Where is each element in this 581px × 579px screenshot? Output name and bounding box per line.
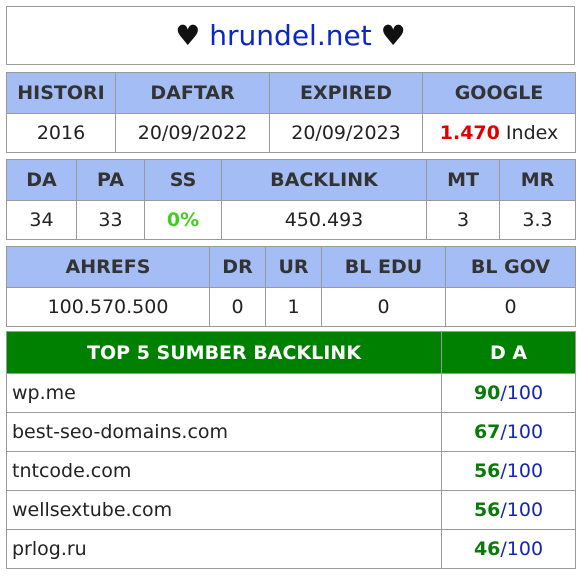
dr-value: 0 bbox=[209, 287, 266, 327]
header-histori: HISTORI bbox=[6, 72, 116, 114]
table-row: wp.me 90/100 bbox=[6, 373, 576, 413]
backlink-da: 67/100 bbox=[441, 412, 576, 452]
mt-value: 3 bbox=[426, 200, 500, 240]
ahrefs-table: AHREFS DR UR BL EDU BL GOV 100.570.500 0… bbox=[6, 246, 576, 327]
site-name[interactable]: hrundel.net bbox=[209, 19, 371, 52]
backlink-da: 56/100 bbox=[441, 490, 576, 530]
title-banner: ♥ hrundel.net ♥ bbox=[6, 6, 575, 65]
expired-value: 20/09/2023 bbox=[269, 113, 423, 153]
header-google: GOOGLE bbox=[422, 72, 576, 114]
top-backlinks-table: TOP 5 SUMBER BACKLINK D A wp.me 90/100 b… bbox=[6, 331, 576, 569]
pa-value: 33 bbox=[76, 200, 145, 240]
header-ss: SS bbox=[144, 159, 222, 201]
ahrefs-value: 100.570.500 bbox=[6, 287, 210, 327]
table-row: wellsextube.com 56/100 bbox=[6, 490, 576, 530]
site-title: ♥ hrundel.net ♥ bbox=[6, 6, 575, 65]
bl-edu-value: 0 bbox=[321, 287, 446, 327]
google-value: 1.470 Index bbox=[422, 113, 576, 153]
daftar-value: 20/09/2022 bbox=[115, 113, 270, 153]
table-row: best-seo-domains.com 67/100 bbox=[6, 412, 576, 452]
domain-info-table: HISTORI DAFTAR EXPIRED GOOGLE 2016 20/09… bbox=[6, 72, 576, 153]
header-bl-gov: BL GOV bbox=[445, 246, 576, 288]
header-expired: EXPIRED bbox=[269, 72, 423, 114]
header-ahrefs: AHREFS bbox=[6, 246, 210, 288]
header-mr: MR bbox=[499, 159, 576, 201]
google-index-count: 1.470 bbox=[439, 122, 500, 144]
da-value: 34 bbox=[6, 200, 77, 240]
backlink-value: 450.493 bbox=[221, 200, 427, 240]
mr-value: 3.3 bbox=[499, 200, 576, 240]
backlink-domain[interactable]: prlog.ru bbox=[6, 529, 442, 569]
backlink-da: 56/100 bbox=[441, 451, 576, 491]
header-mt: MT bbox=[426, 159, 500, 201]
header-bl-edu: BL EDU bbox=[321, 246, 446, 288]
backlink-domain[interactable]: tntcode.com bbox=[6, 451, 442, 491]
header-backlink: BACKLINK bbox=[221, 159, 427, 201]
ss-value: 0% bbox=[144, 200, 222, 240]
header-da: DA bbox=[6, 159, 77, 201]
metrics-table: DA PA SS BACKLINK MT MR 34 33 0% 450.493… bbox=[6, 159, 576, 240]
header-dr: DR bbox=[209, 246, 266, 288]
header-da-score: D A bbox=[441, 331, 576, 374]
header-top-backlinks: TOP 5 SUMBER BACKLINK bbox=[6, 331, 442, 374]
histori-value: 2016 bbox=[6, 113, 116, 153]
backlink-domain[interactable]: wellsextube.com bbox=[6, 490, 442, 530]
backlink-da: 90/100 bbox=[441, 373, 576, 413]
google-index-label: Index bbox=[505, 122, 559, 144]
backlink-da: 46/100 bbox=[441, 529, 576, 569]
header-pa: PA bbox=[76, 159, 145, 201]
bl-gov-value: 0 bbox=[445, 287, 576, 327]
table-row: prlog.ru 46/100 bbox=[6, 529, 576, 569]
header-ur: UR bbox=[265, 246, 322, 288]
table-row: tntcode.com 56/100 bbox=[6, 451, 576, 491]
ur-value: 1 bbox=[265, 287, 322, 327]
header-daftar: DAFTAR bbox=[115, 72, 270, 114]
backlink-domain[interactable]: best-seo-domains.com bbox=[6, 412, 442, 452]
heart-icon: ♥ bbox=[175, 19, 201, 52]
backlink-domain[interactable]: wp.me bbox=[6, 373, 442, 413]
heart-icon: ♥ bbox=[380, 19, 406, 52]
